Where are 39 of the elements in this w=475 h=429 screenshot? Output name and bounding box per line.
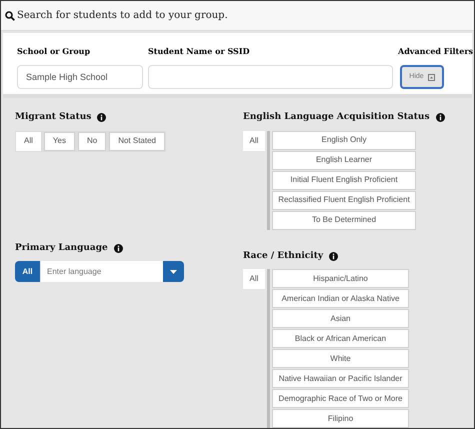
- caret-icon: [170, 270, 177, 274]
- collapse-icon: [428, 74, 435, 81]
- field-label: Student Name or SSID: [148, 45, 250, 58]
- page-title: Search for students to add to your group.: [17, 9, 228, 24]
- filter-option[interactable]: White: [272, 349, 409, 368]
- field-label: School or Group: [17, 45, 92, 58]
- filter-option[interactable]: Reclassified Fluent English Proficient: [272, 190, 416, 210]
- info-icon[interactable]: [436, 113, 445, 122]
- language-field[interactable]: Enter language: [41, 261, 163, 282]
- search-icon: [5, 10, 15, 21]
- filter-option[interactable]: To Be Determined: [272, 210, 416, 230]
- filter-option[interactable]: All: [243, 130, 265, 150]
- filter-option[interactable]: English Only: [272, 130, 416, 150]
- info-icon[interactable]: [114, 244, 123, 253]
- all-button[interactable]: All: [15, 261, 40, 282]
- filter-option[interactable]: All: [16, 132, 41, 150]
- filter-title: English Language Acquisition Status: [243, 111, 430, 124]
- field-label: Advanced Filters: [398, 45, 474, 58]
- filter-option[interactable]: Initial Fluent English Proficient: [272, 170, 416, 190]
- filter-option[interactable]: All: [243, 269, 265, 289]
- filter-option[interactable]: Native Hawaiian or Pacific Islander: [272, 369, 409, 388]
- info-icon[interactable]: [329, 252, 338, 261]
- filter-option[interactable]: Not Stated: [109, 132, 165, 150]
- school-field[interactable]: Sample High School: [17, 65, 143, 90]
- filter-option[interactable]: Filipino: [272, 409, 409, 428]
- filter-option[interactable]: Hispanic/Latino: [272, 269, 409, 288]
- student-field[interactable]: [148, 65, 393, 90]
- filter-option[interactable]: Asian: [272, 309, 409, 328]
- filter-option[interactable]: No: [78, 132, 106, 150]
- filter-option[interactable]: Demographic Race of Two or More: [272, 389, 409, 408]
- filter-option[interactable]: American Indian or Alaska Native: [272, 289, 409, 308]
- filter-title: Race / Ethnicity: [243, 250, 324, 262]
- filter-title: Primary Language: [15, 242, 108, 254]
- filter-title: Migrant Status: [15, 111, 92, 124]
- filter-option[interactable]: English Learner: [272, 150, 416, 170]
- filter-option[interactable]: Yes: [44, 132, 75, 150]
- info-icon[interactable]: [97, 113, 106, 122]
- filter-option[interactable]: Black or African American: [272, 329, 409, 348]
- dropdown-button[interactable]: [163, 261, 184, 282]
